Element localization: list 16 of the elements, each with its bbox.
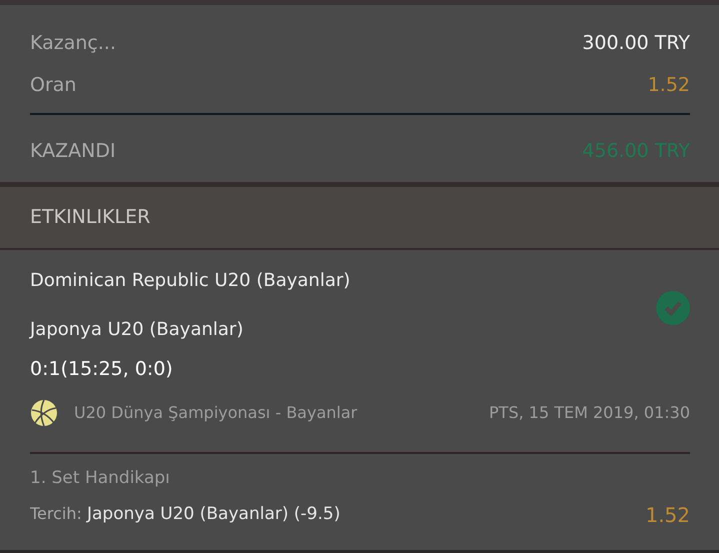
result-label: KAZANDI: [30, 138, 116, 164]
row-label: Oran: [30, 72, 76, 98]
event-date: PTS, 15 TEM 2019, 01:30: [489, 402, 690, 424]
row-label: Kazanç...: [30, 30, 116, 56]
league-name: U20 Dünya Şampiyonası - Bayanlar: [74, 402, 358, 424]
pick-value: Japonya U20 (Bayanlar) (-9.5): [87, 504, 340, 524]
team-name: Dominican Republic U20 (Bayanlar): [30, 270, 350, 293]
team-name: Japonya U20 (Bayanlar): [30, 318, 244, 342]
odds-value: 1.52: [648, 72, 690, 98]
volleyball-icon: [30, 399, 58, 427]
odds-value: 1.52: [645, 502, 690, 529]
score-text: 0:1(15:25, 0:0): [30, 357, 174, 382]
market-name: 1. Set Handikapı: [30, 467, 171, 490]
amount-value: 300.00 TRY: [582, 30, 690, 56]
pick-label: Tercih:: [30, 504, 82, 524]
section-title: ETKINLIKLER: [30, 205, 150, 230]
